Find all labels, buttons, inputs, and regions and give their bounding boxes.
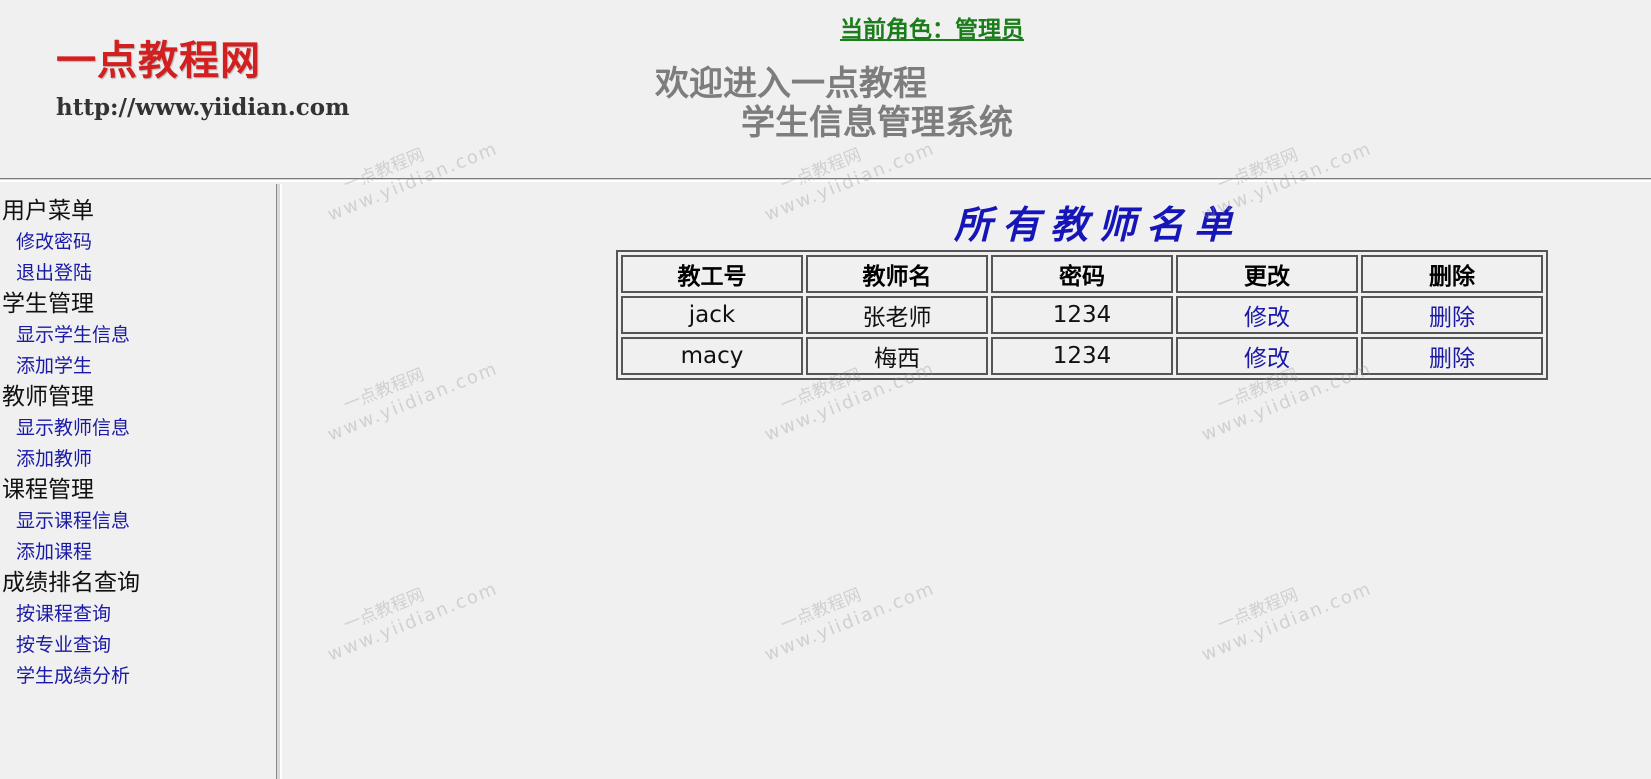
edit-link[interactable]: 修改	[1176, 337, 1358, 375]
edit-link[interactable]: 修改	[1176, 296, 1358, 334]
main-content: 所有教师名单 教工号 教师名 密码 更改 删除 jack 张老师 1234 修改…	[282, 184, 1651, 779]
menu-link-show-courses[interactable]: 显示课程信息	[0, 506, 140, 537]
menu-heading: 用户菜单	[2, 198, 94, 224]
header-frame-divider[interactable]	[0, 178, 1651, 182]
cell-teacher-name: 梅西	[806, 337, 988, 375]
menu-group-user: 用户菜单 修改密码 退出登陆	[0, 196, 140, 289]
site-logo-url: http://www.yiidian.com	[56, 94, 350, 121]
table-header-row: 教工号 教师名 密码 更改 删除	[621, 255, 1543, 293]
menu-group-teacher: 教师管理 显示教师信息 添加教师	[0, 382, 140, 475]
menu-heading: 成绩排名查询	[2, 570, 140, 596]
column-header-name: 教师名	[806, 255, 988, 293]
menu-group-score: 成绩排名查询 按课程查询 按专业查询 学生成绩分析	[0, 568, 140, 692]
menu-link-add-student[interactable]: 添加学生	[0, 351, 140, 382]
menu-heading: 教师管理	[2, 384, 94, 410]
menu-link-logout[interactable]: 退出登陆	[0, 258, 140, 289]
column-header-password: 密码	[991, 255, 1173, 293]
page-title: 所有教师名单	[954, 202, 1243, 247]
current-role-link[interactable]: 当前角色：管理员	[840, 10, 1024, 44]
menu-heading: 学生管理	[2, 291, 94, 317]
header-frame: 一点教程网 http://www.yiidian.com 当前角色：管理员 欢迎…	[0, 0, 1651, 178]
welcome-text-line2: 学生信息管理系统	[741, 103, 1013, 143]
menu-link-add-course[interactable]: 添加课程	[0, 537, 140, 568]
table-row: jack 张老师 1234 修改 删除	[621, 296, 1543, 334]
cell-teacher-name: 张老师	[806, 296, 988, 334]
cell-password: 1234	[991, 296, 1173, 334]
menu-link-show-teachers[interactable]: 显示教师信息	[0, 413, 140, 444]
menu-link-show-students[interactable]: 显示学生信息	[0, 320, 140, 351]
cell-teacher-id: macy	[621, 337, 803, 375]
menu-link-add-teacher[interactable]: 添加教师	[0, 444, 140, 475]
menu-link-change-password[interactable]: 修改密码	[0, 227, 140, 258]
teacher-table: 教工号 教师名 密码 更改 删除 jack 张老师 1234 修改 删除 mac…	[616, 250, 1548, 380]
menu-group-course: 课程管理 显示课程信息 添加课程	[0, 475, 140, 568]
cell-teacher-id: jack	[621, 296, 803, 334]
cell-password: 1234	[991, 337, 1173, 375]
delete-link[interactable]: 删除	[1361, 337, 1543, 375]
menu-link-score-analysis[interactable]: 学生成绩分析	[0, 661, 140, 692]
menu-group-student: 学生管理 显示学生信息 添加学生	[0, 289, 140, 382]
delete-link[interactable]: 删除	[1361, 296, 1543, 334]
menu-link-query-by-course[interactable]: 按课程查询	[0, 599, 140, 630]
column-header-edit: 更改	[1176, 255, 1358, 293]
column-header-id: 教工号	[621, 255, 803, 293]
table-row: macy 梅西 1234 修改 删除	[621, 337, 1543, 375]
app-window: 一点教程网 http://www.yiidian.com 当前角色：管理员 欢迎…	[0, 0, 1651, 779]
menu-heading: 课程管理	[2, 477, 94, 503]
sidebar-menu: 用户菜单 修改密码 退出登陆 学生管理 显示学生信息 添加学生 教师管理 显示教…	[0, 184, 276, 779]
site-logo-title: 一点教程网	[56, 37, 261, 84]
column-header-delete: 删除	[1361, 255, 1543, 293]
menu-link-query-by-major[interactable]: 按专业查询	[0, 630, 140, 661]
